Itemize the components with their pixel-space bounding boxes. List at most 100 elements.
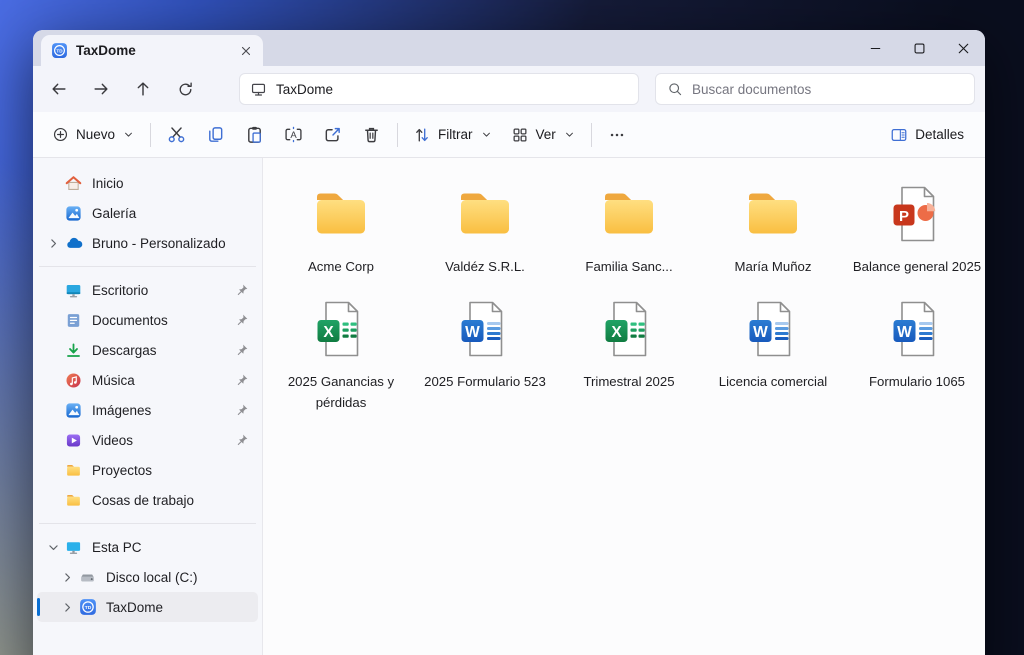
file-item-folder[interactable]: Valdéz S.R.L. — [413, 178, 557, 281]
folder-icon — [453, 182, 517, 246]
paste-button[interactable] — [235, 118, 274, 152]
file-item-powerpoint[interactable]: Balance general 2025 — [845, 178, 985, 281]
folder-icon — [309, 182, 373, 246]
more-button[interactable] — [598, 118, 637, 152]
file-item-folder[interactable]: María Muñoz — [701, 178, 845, 281]
search-input[interactable]: Buscar documentos — [655, 73, 975, 105]
taxdome-logo-icon — [51, 42, 68, 59]
onedrive-icon — [65, 234, 83, 252]
sidebar-item-esta-pc[interactable]: Esta PC — [37, 532, 258, 562]
tab-taxdome[interactable]: TaxDome — [41, 35, 263, 66]
delete-icon — [362, 125, 381, 144]
search-placeholder: Buscar documentos — [692, 82, 811, 97]
copy-button[interactable] — [196, 118, 235, 152]
selection-accent-bar — [37, 598, 40, 616]
file-item-folder[interactable]: Familia Sanc... — [557, 178, 701, 281]
file-item-excel[interactable]: 2025 Ganancias y pérdidas — [269, 293, 413, 417]
search-icon — [667, 81, 683, 97]
navigation-pane: Inicio Galería Bruno - Personalizado Esc… — [33, 158, 263, 655]
delete-button[interactable] — [352, 118, 391, 152]
chevron-right-icon[interactable] — [45, 237, 61, 250]
sidebar-item-musica[interactable]: Música — [37, 365, 258, 395]
command-toolbar: Nuevo Filtrar Ver Detalles — [33, 112, 985, 158]
pin-icon — [235, 373, 250, 388]
chevron-right-icon[interactable] — [59, 601, 75, 614]
copy-icon — [206, 125, 225, 144]
rename-icon — [284, 125, 303, 144]
toolbar-separator — [150, 123, 151, 147]
more-icon — [608, 126, 626, 144]
desktop-icon — [65, 281, 83, 299]
paste-icon — [245, 125, 264, 144]
folder-icon — [65, 461, 83, 479]
address-text: TaxDome — [276, 82, 333, 97]
music-icon — [65, 371, 83, 389]
details-button[interactable]: Detalles — [881, 118, 973, 152]
sidebar-item-inicio[interactable]: Inicio — [37, 168, 258, 198]
sidebar-item-proyectos[interactable]: Proyectos — [37, 455, 258, 485]
sidebar-item-disco-local[interactable]: Disco local (C:) — [37, 562, 258, 592]
share-button[interactable] — [313, 118, 352, 152]
file-item-folder[interactable]: Acme Corp — [269, 178, 413, 281]
back-icon — [50, 80, 68, 98]
videos-icon — [65, 431, 83, 449]
document-icon — [65, 311, 83, 329]
maximize-icon — [911, 40, 928, 57]
close-button[interactable] — [941, 31, 985, 65]
window-controls — [853, 30, 985, 66]
cut-icon — [167, 125, 186, 144]
file-item-word[interactable]: Formulario 1065 — [845, 293, 985, 417]
sidebar-item-escritorio[interactable]: Escritorio — [37, 275, 258, 305]
word-file-icon — [741, 297, 805, 361]
sidebar-item-onedrive[interactable]: Bruno - Personalizado — [37, 228, 258, 258]
sidebar-item-taxdome[interactable]: TaxDome — [37, 592, 258, 622]
refresh-button[interactable] — [165, 72, 205, 106]
chevron-right-icon[interactable] — [59, 571, 75, 584]
file-item-word[interactable]: 2025 Formulario 523 — [413, 293, 557, 417]
downloads-icon — [65, 341, 83, 359]
filter-button-label: Filtrar — [438, 127, 473, 142]
rename-button[interactable] — [274, 118, 313, 152]
toolbar-separator — [397, 123, 398, 147]
tab-close-icon[interactable] — [239, 44, 253, 58]
up-button[interactable] — [123, 72, 163, 106]
chevron-down-icon — [563, 128, 576, 141]
sidebar-item-descargas[interactable]: Descargas — [37, 335, 258, 365]
navigation-bar: TaxDome Buscar documentos — [33, 66, 985, 112]
toolbar-separator — [591, 123, 592, 147]
forward-button[interactable] — [81, 72, 121, 106]
new-button[interactable]: Nuevo — [43, 118, 144, 152]
word-file-icon — [453, 297, 517, 361]
cut-button[interactable] — [157, 118, 196, 152]
filter-button[interactable]: Filtrar — [404, 118, 502, 152]
back-button[interactable] — [39, 72, 79, 106]
address-bar[interactable]: TaxDome — [239, 73, 639, 105]
sidebar-item-galeria[interactable]: Galería — [37, 198, 258, 228]
sort-icon — [413, 126, 431, 144]
file-item-word[interactable]: Licencia comercial — [701, 293, 845, 417]
chevron-down-icon — [480, 128, 493, 141]
sidebar-item-cosas-de-trabajo[interactable]: Cosas de trabajo — [37, 485, 258, 515]
view-button-label: Ver — [536, 127, 556, 142]
tab-label: TaxDome — [76, 43, 231, 58]
minimize-button[interactable] — [853, 31, 897, 65]
gallery-icon — [65, 204, 83, 222]
monitor-icon — [250, 81, 267, 98]
pin-icon — [235, 433, 250, 448]
maximize-button[interactable] — [897, 31, 941, 65]
sidebar-item-videos[interactable]: Videos — [37, 425, 258, 455]
folder-icon — [65, 491, 83, 509]
grid-view-icon — [511, 126, 529, 144]
word-file-icon — [885, 297, 949, 361]
view-button[interactable]: Ver — [502, 118, 585, 152]
file-item-excel[interactable]: Trimestral 2025 — [557, 293, 701, 417]
sidebar-item-imagenes[interactable]: Imágenes — [37, 395, 258, 425]
sidebar-divider — [39, 266, 256, 267]
folder-icon — [741, 182, 805, 246]
excel-file-icon — [597, 297, 661, 361]
chevron-down-icon[interactable] — [45, 541, 61, 554]
pin-icon — [235, 343, 250, 358]
pin-icon — [235, 283, 250, 298]
file-list-area[interactable]: Acme Corp Valdéz S.R.L. Familia Sanc... … — [263, 158, 985, 655]
sidebar-item-documentos[interactable]: Documentos — [37, 305, 258, 335]
